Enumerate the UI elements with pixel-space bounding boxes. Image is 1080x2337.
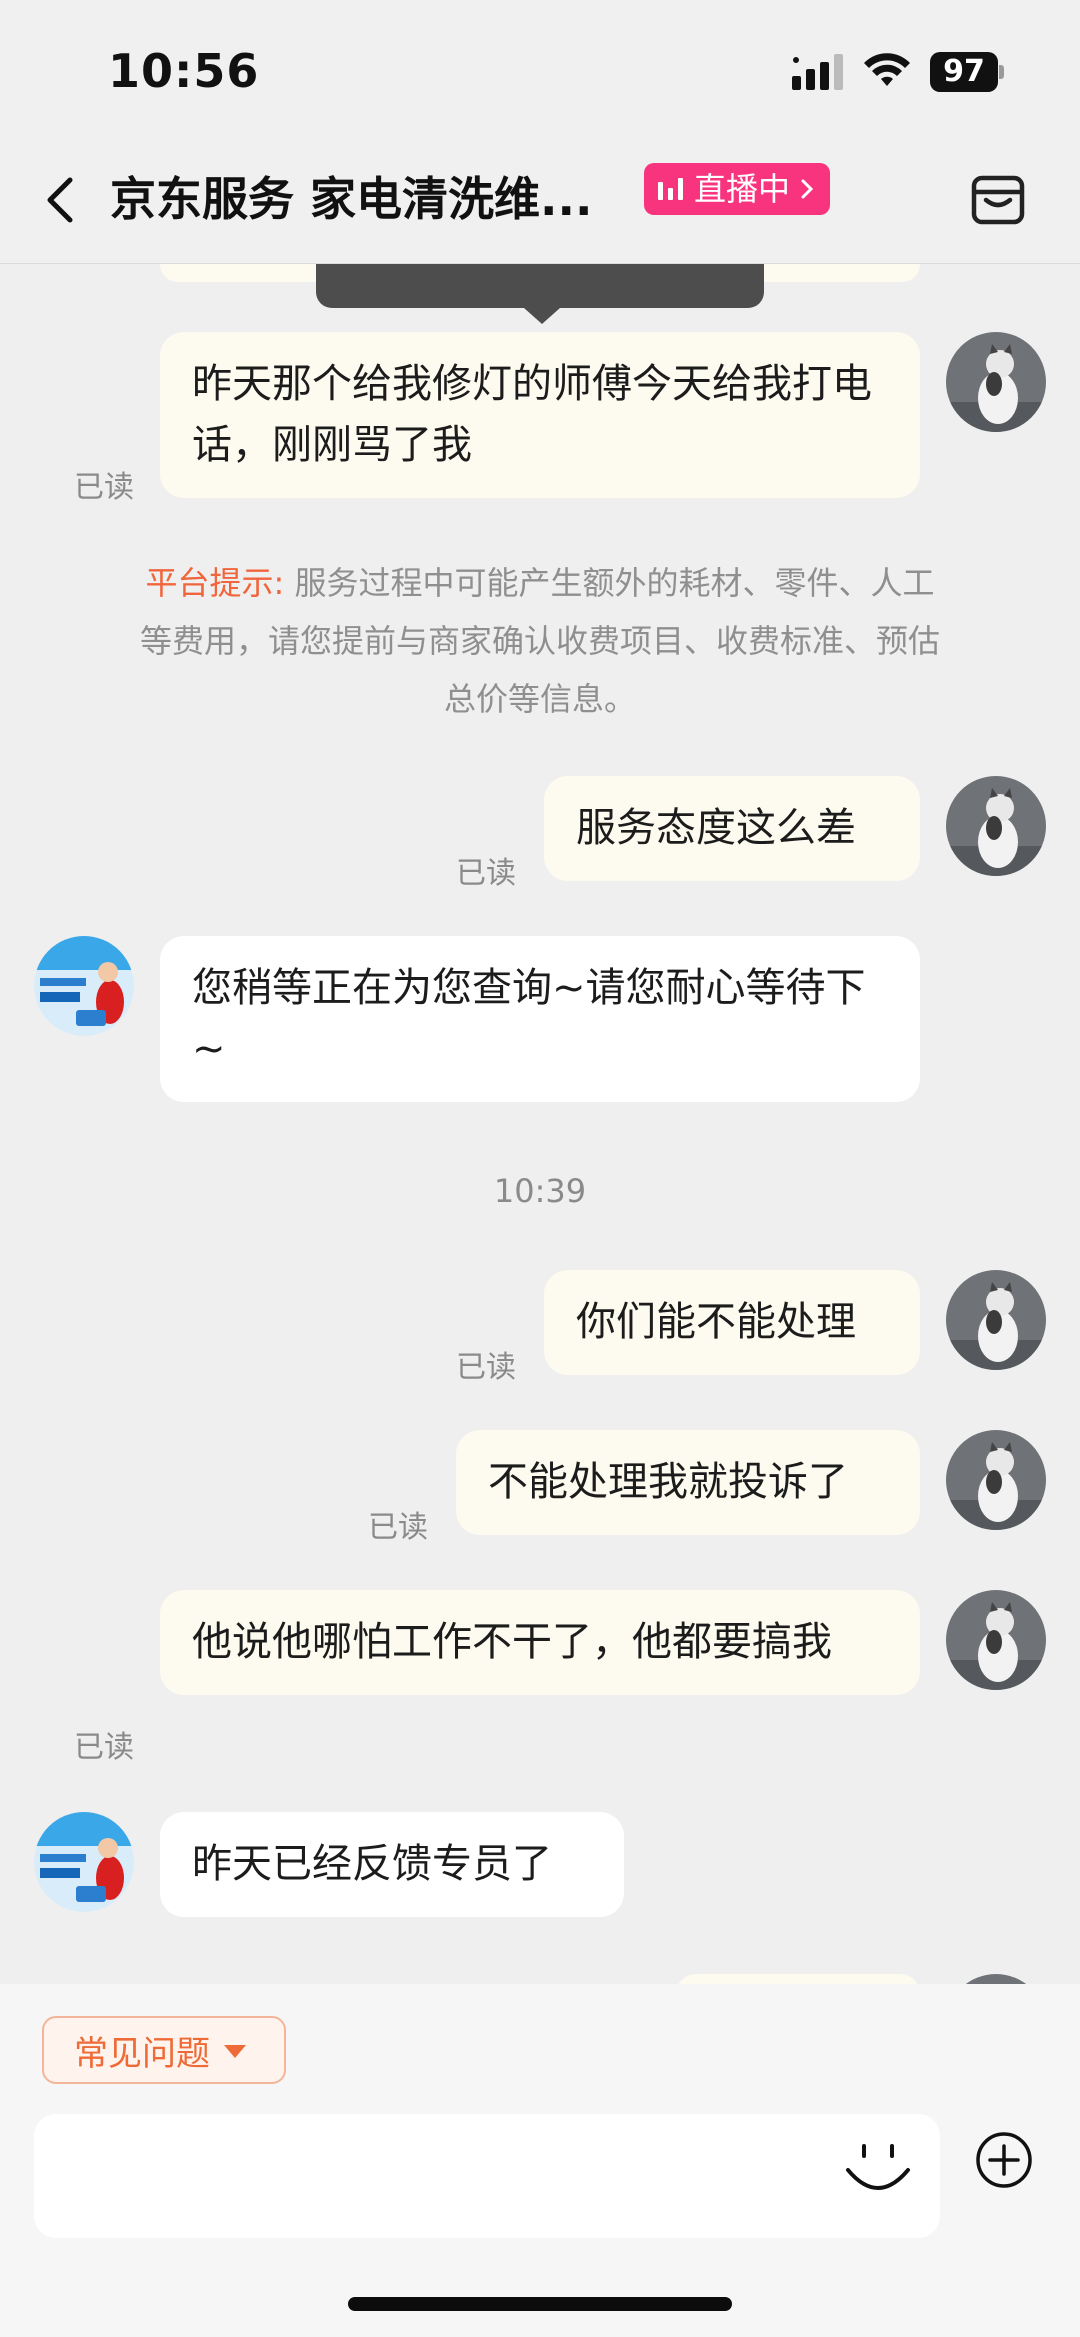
cat-avatar-icon	[946, 1270, 1046, 1370]
chat-bubble-outgoing-partial	[676, 1974, 920, 1984]
battery-level: 97	[930, 52, 998, 92]
message-timestamp: 10:39	[493, 1172, 587, 1210]
plus-circle-icon[interactable]	[975, 2131, 1033, 2189]
read-receipt: 已读	[74, 470, 134, 505]
chat-bubble-outgoing[interactable]: 服务态度这么差	[544, 776, 920, 881]
home-indicator[interactable]	[348, 2297, 732, 2311]
my-avatar	[946, 1974, 1046, 1984]
smile-icon[interactable]	[842, 2134, 914, 2206]
chat-bubble-outgoing[interactable]: 他说他哪怕工作不干了，他都要搞我	[160, 1590, 920, 1695]
tooltip-arrow	[524, 308, 560, 324]
chat-bubble-outgoing[interactable]: 不能处理我就投诉了	[456, 1430, 920, 1535]
chat-bubble-outgoing[interactable]: 昨天那个给我修灯的师傅今天给我打电话，刚刚骂了我	[160, 332, 920, 498]
my-avatar[interactable]	[946, 776, 1046, 876]
live-badge-label: 直播中	[694, 170, 791, 208]
cellular-signal-icon	[792, 54, 843, 90]
status-bar: 10:56 97	[0, 0, 1080, 140]
chat-header: 京东服务 家电清洗维... 直播中	[0, 140, 1080, 264]
merchant-logo-icon	[34, 1812, 134, 1912]
chat-bubble-outgoing[interactable]: 你们能不能处理	[544, 1270, 920, 1375]
input-panel: 常见问题	[0, 1984, 1080, 2337]
faq-button-label: 常见问题	[74, 2033, 210, 2074]
live-bars-icon	[658, 178, 683, 200]
chevron-left-icon[interactable]	[36, 170, 86, 230]
merchant-logo-icon	[34, 936, 134, 1036]
cat-avatar-icon	[946, 776, 1046, 876]
my-avatar[interactable]	[946, 1590, 1046, 1690]
chat-bubble-incoming[interactable]: 您稍等正在为您查询~请您耐心等待下 ~	[160, 936, 920, 1102]
caret-down-icon	[224, 2044, 246, 2058]
platform-notice: 平台提示: 服务过程中可能产生额外的耗材、零件、人工等费用，请您提前与商家确认收…	[136, 554, 944, 728]
my-avatar[interactable]	[946, 1270, 1046, 1370]
read-receipt: 已读	[368, 1510, 428, 1545]
cat-avatar-icon	[946, 332, 1046, 432]
chevron-right-icon	[801, 179, 814, 199]
read-receipt: 已读	[456, 856, 516, 891]
cat-avatar-icon	[946, 1430, 1046, 1530]
status-time: 10:56	[108, 44, 260, 98]
message-action-tooltip[interactable]	[316, 264, 764, 308]
merchant-avatar[interactable]	[34, 936, 134, 1036]
notice-label: 平台提示:	[145, 564, 285, 602]
battery-icon: 97	[930, 52, 1004, 92]
faq-button[interactable]: 常见问题	[42, 2016, 286, 2084]
message-input[interactable]	[34, 2114, 940, 2238]
read-receipt: 已读	[74, 1730, 134, 1765]
my-avatar[interactable]	[946, 1430, 1046, 1530]
chat-bubble-incoming[interactable]: 昨天已经反馈专员了	[160, 1812, 624, 1917]
live-badge[interactable]: 直播中	[644, 163, 831, 215]
merchant-avatar[interactable]	[34, 1812, 134, 1912]
my-avatar[interactable]	[946, 332, 1046, 432]
store-icon[interactable]	[968, 170, 1028, 230]
wifi-icon	[864, 53, 910, 86]
chat-area[interactable]: 昨天那个给我修灯的师傅今天给我打电话，刚刚骂了我 已读 平台提示: 服务过程中可…	[0, 264, 1080, 1984]
cat-avatar-icon	[946, 1590, 1046, 1690]
read-receipt: 已读	[456, 1350, 516, 1385]
page-title[interactable]: 京东服务 家电清洗维...	[110, 166, 630, 232]
